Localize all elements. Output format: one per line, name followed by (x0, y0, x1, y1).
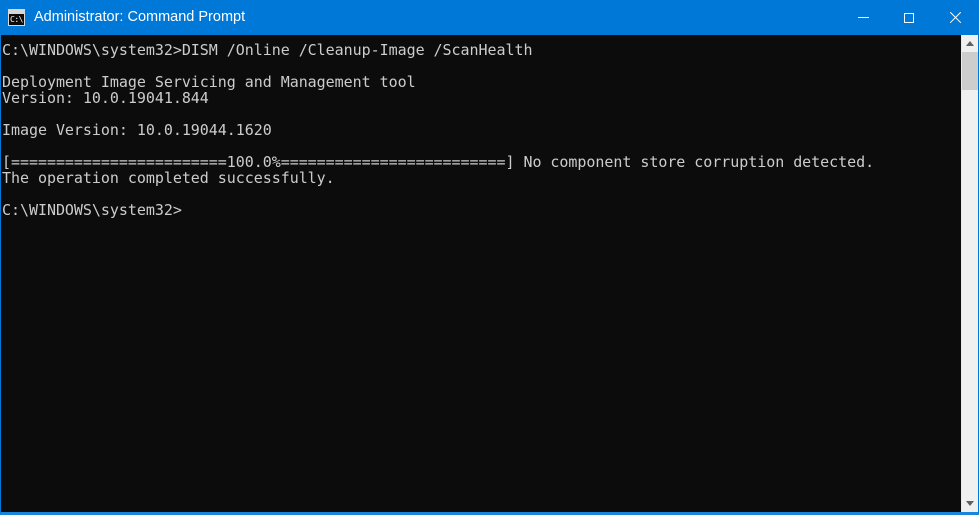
console-line: Deployment Image Servicing and Managemen… (2, 73, 416, 91)
console-output[interactable]: C:\WINDOWS\system32>DISM /Online /Cleanu… (1, 35, 961, 512)
command-prompt-window: C:\ Administrator: Command Prompt C:\WIN… (0, 0, 979, 515)
maximize-icon (904, 12, 914, 23)
close-button[interactable] (932, 0, 978, 35)
window-controls (840, 0, 978, 35)
scroll-down-arrow-icon (966, 501, 974, 506)
cmd-console-icon: C:\ (8, 9, 25, 26)
console-line: Version: 10.0.19041.844 (2, 89, 209, 107)
console-line: C:\WINDOWS\system32>DISM /Online /Cleanu… (2, 41, 533, 59)
minimize-icon (857, 17, 869, 18)
console-line: The operation completed successfully. (2, 169, 335, 187)
console-line: Image Version: 10.0.19044.1620 (2, 121, 272, 139)
maximize-button[interactable] (886, 0, 932, 35)
console-line: C:\WINDOWS\system32> (2, 202, 961, 218)
console-line: [========================100.0%=========… (2, 153, 875, 171)
console-cursor (182, 202, 190, 217)
vertical-scrollbar[interactable] (961, 35, 978, 512)
window-client-area: C:\WINDOWS\system32>DISM /Online /Cleanu… (1, 35, 978, 512)
close-icon (949, 12, 961, 24)
scroll-up-button[interactable] (962, 35, 978, 52)
scroll-down-button[interactable] (962, 495, 978, 512)
scroll-thumb[interactable] (962, 52, 978, 90)
title-bar[interactable]: C:\ Administrator: Command Prompt (1, 0, 978, 35)
scrollbar-track[interactable] (962, 52, 978, 495)
cmd-icon-prompt-text: C:\ (10, 15, 23, 24)
minimize-button[interactable] (840, 0, 886, 35)
window-title: Administrator: Command Prompt (34, 9, 246, 25)
scroll-up-arrow-icon (966, 41, 974, 46)
